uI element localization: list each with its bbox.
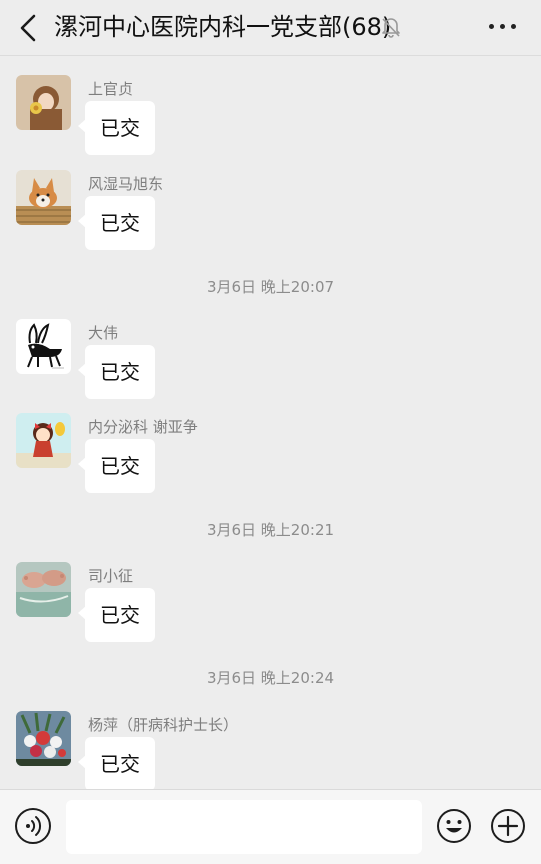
input-bar	[0, 789, 541, 864]
message-input[interactable]	[66, 800, 422, 854]
chevron-left-icon	[20, 14, 36, 42]
avatar[interactable]	[16, 413, 71, 468]
plus-button[interactable]	[490, 808, 526, 844]
timestamp: 3月6日 晚上20:07	[206, 278, 335, 296]
message-item: 上官贞 已交	[0, 75, 541, 175]
message-item: 大伟 已交	[0, 319, 541, 419]
sender-name: 上官贞	[88, 80, 134, 98]
message-item: 杨萍（肝病科护士长） 已交	[0, 711, 541, 789]
avatar[interactable]	[16, 75, 71, 130]
plus-icon	[491, 809, 525, 843]
avatar[interactable]	[16, 170, 71, 225]
emoji-icon	[437, 809, 471, 843]
message-bubble[interactable]: 已交	[78, 101, 155, 155]
message-bubble[interactable]: 已交	[78, 737, 155, 789]
message-bubble[interactable]: 已交	[78, 439, 155, 493]
sender-name: 风湿马旭东	[88, 175, 164, 193]
message-bubble[interactable]: 已交	[78, 196, 155, 250]
timestamp: 3月6日 晚上20:21	[206, 521, 335, 539]
emoji-button[interactable]	[436, 808, 472, 844]
chat-message-list[interactable]: 上官贞 已交 风湿马旭东 已交 3月6日 晚上20:07 大伟 已交 内分泌科 …	[0, 57, 541, 789]
bell-off-icon	[382, 18, 400, 38]
voice-button[interactable]	[15, 808, 51, 844]
message-item: 风湿马旭东 已交	[0, 170, 541, 270]
sender-name: 司小征	[88, 567, 134, 585]
timestamp: 3月6日 晚上20:24	[206, 669, 335, 687]
avatar[interactable]	[16, 319, 71, 374]
message-item: 内分泌科 谢亚争 已交	[0, 413, 541, 513]
avatar[interactable]	[16, 711, 71, 766]
message-bubble[interactable]: 已交	[78, 345, 155, 399]
sender-name: 杨萍（肝病科护士长）	[88, 716, 239, 734]
chat-header: 漯河中心医院内科一党支部(68)	[0, 0, 541, 56]
sender-name: 大伟	[88, 324, 119, 342]
voice-icon	[26, 816, 42, 836]
message-bubble[interactable]: 已交	[78, 588, 155, 642]
sender-name: 内分泌科 谢亚争	[88, 418, 198, 436]
message-item: 司小征 已交	[0, 562, 541, 662]
back-button[interactable]	[14, 13, 42, 43]
chat-title[interactable]: 漯河中心医院内科一党支部(68)	[54, 12, 391, 42]
avatar[interactable]	[16, 562, 71, 617]
more-horizontal-icon	[489, 24, 494, 29]
more-button[interactable]	[489, 24, 517, 32]
